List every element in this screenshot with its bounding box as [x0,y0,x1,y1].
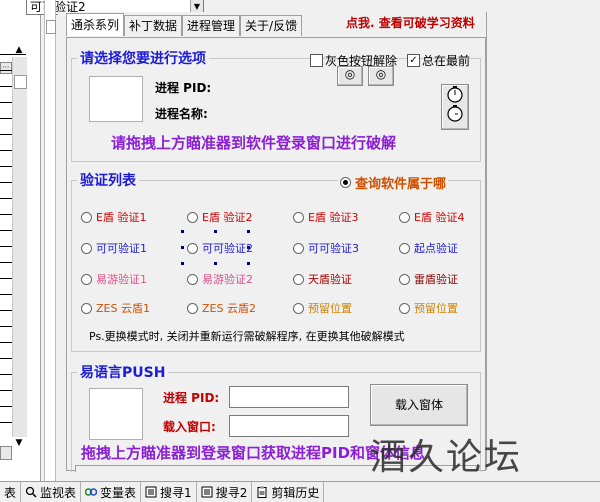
push-pid-label: 进程 PID: [163,391,220,405]
search-1-tab[interactable]: 搜寻1 [141,482,197,502]
reserved-1-option[interactable]: 预留位置 [293,300,352,316]
pid-label: 进程 PID: [155,81,212,95]
selection-handle[interactable] [214,262,217,265]
keke-verify-3-option[interactable]: 可可验证3 [293,240,359,256]
leidun-verify-option[interactable]: 雷盾验证 [399,271,458,287]
edun-verify-4-option[interactable]: E盾 验证4 [399,209,464,225]
table-tab[interactable]: 表 [0,482,22,502]
watch-table-tab[interactable]: 监视表 [21,482,82,502]
edun-verify-1-option[interactable]: E盾 验证1 [81,209,146,225]
load-window-button[interactable]: 载入窗体 [370,384,468,426]
edun-verify-3-option[interactable]: E盾 验证3 [293,209,358,225]
always-on-top-label: 总在最前 [422,54,471,68]
search-icon [25,486,37,498]
selection-handle[interactable] [181,230,184,233]
selection-handle[interactable] [181,246,184,249]
learning-material-link[interactable]: 点我. 查看可破学习资料 [346,14,475,31]
radio-icon [340,177,351,188]
selection-handle[interactable] [247,262,250,265]
push-crosshair-box[interactable] [89,388,143,440]
clipboard-icon [257,486,267,498]
options-title: 请选择您要进行选项 [77,48,209,68]
clip-history-tab[interactable]: 剪辑历史 [252,482,325,502]
tab-about[interactable]: 关于/反馈 [240,15,303,36]
tab-general[interactable]: 通杀系列 [66,13,125,36]
scroll-thumb[interactable] [46,20,56,34]
forum-watermark: 酒久论坛 [370,437,523,478]
keke-verify-1-option[interactable]: 可可验证1 [81,240,147,256]
push-window-label: 载入窗口: [163,420,216,434]
zes-cloud-1-option[interactable]: ZES 云盾1 [81,300,150,316]
left-bottom-button[interactable] [0,446,12,460]
tab-bar: 通杀系列 补丁数据 进程管理 关于/反馈 [66,13,303,37]
gray-button-checkbox[interactable] [310,54,323,67]
stopwatch-icon [447,86,463,122]
variable-table-tab[interactable]: 变量表 [81,482,142,502]
qidian-verify-option[interactable]: 起点验证 [399,240,458,256]
target-icon-button-1[interactable]: ◎ [337,66,363,86]
find-icon [145,486,157,498]
scroll-thumb[interactable] [14,75,27,89]
mode-change-note: Ps.更换模式时, 关闭并重新运行需破解程序, 在更换其他破解模式 [89,330,405,343]
left-scrollbar[interactable] [12,57,27,437]
tab-process-manager[interactable]: 进程管理 [182,15,241,36]
tiandun-verify-option[interactable]: 天盾验证 [293,271,352,287]
search-2-tab[interactable]: 搜寻2 [197,482,253,502]
tab-content: 请选择您要进行选项 灰色按钮解除 ✓ 总在最前 ◎ ◎ 进程 PID: 进程名称… [66,37,486,472]
always-on-top-checkbox[interactable]: ✓ [407,54,420,67]
edun-verify-2-option[interactable]: E盾 验证2 [187,209,252,225]
selection-handle[interactable] [247,230,250,233]
timer-button[interactable] [441,84,469,130]
keke-verify-2-option[interactable]: 可可验证2 [187,240,253,256]
left-panel: ⋯ ▲ ▼ [0,0,41,481]
push-window-input[interactable] [229,415,349,437]
query-software-option[interactable]: 查询软件属于哪 [338,173,449,192]
crosshair-target-box[interactable] [89,76,143,122]
selection-handle[interactable] [247,246,250,249]
verification-title: 验证列表 [77,170,139,190]
target-icon-button-2[interactable]: ◎ [368,66,394,86]
reserved-2-option[interactable]: 预留位置 [399,300,458,316]
push-title: 易语言PUSH [77,362,169,382]
variable-icon [85,488,98,496]
query-software-label: 查询软件属于哪 [355,177,447,192]
zes-cloud-2-option[interactable]: ZES 云盾2 [187,300,256,316]
selection-handle[interactable] [181,262,184,265]
process-name-label: 进程名称: [155,107,208,121]
crack-instruction: 请拖拽上方瞄准器到软件登录窗口进行破解 [111,134,397,152]
verification-group [71,180,481,352]
tab-patch-data[interactable]: 补丁数据 [124,15,183,36]
push-pid-input[interactable] [229,386,349,408]
bottom-toolbar: 表 监视表 变量表 搜寻1 搜寻2 剪辑历史 [0,481,600,502]
scroll-up-icon[interactable]: ▲ [14,45,24,55]
scroll-down-icon[interactable]: ▼ [14,438,24,448]
middle-scrollbar[interactable] [44,0,56,481]
selection-handle[interactable] [214,230,217,233]
yiyou-verify-2-option[interactable]: 易游验证2 [187,271,253,287]
yiyou-verify-1-option[interactable]: 易游验证1 [81,271,147,287]
find-icon [201,486,213,498]
